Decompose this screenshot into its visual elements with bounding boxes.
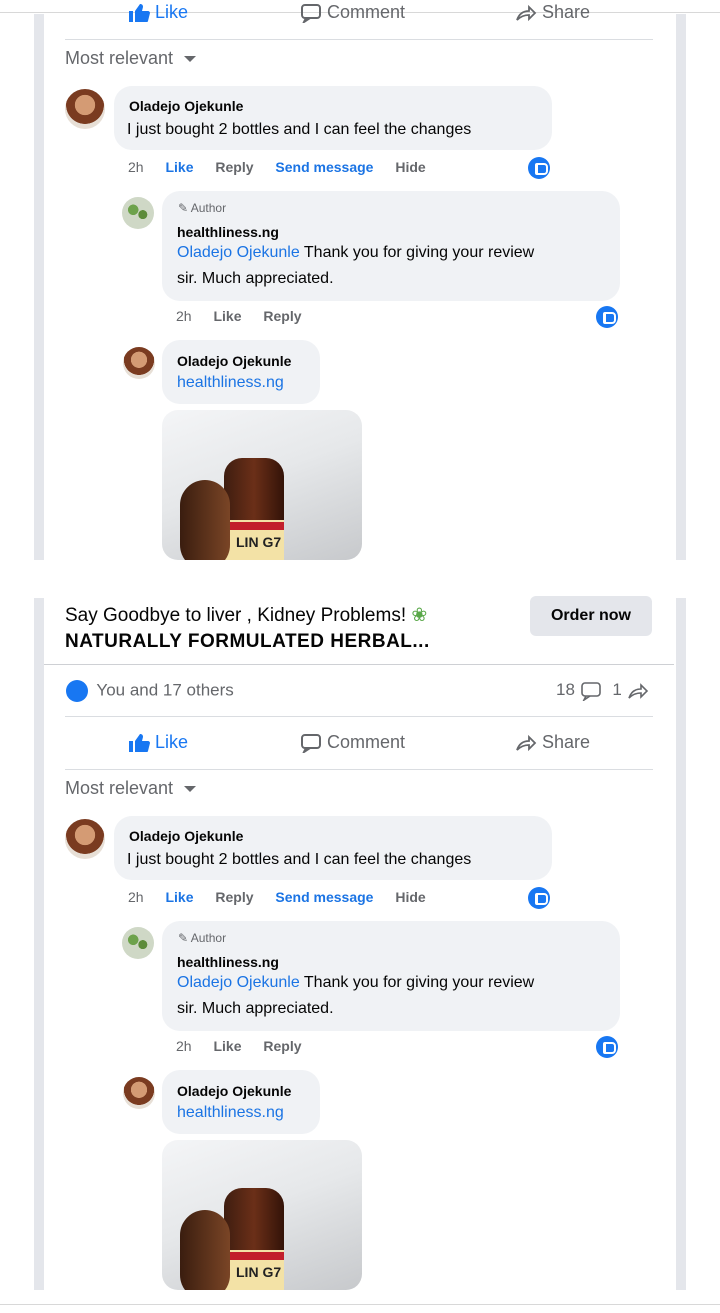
like-reaction-icon[interactable] xyxy=(596,306,618,328)
comment-bubble: Oladejo Ojekunle I just bought 2 bottles… xyxy=(114,86,552,150)
comment-like-link[interactable]: Like xyxy=(165,889,193,905)
bottle-label-band xyxy=(224,1252,284,1260)
comment-author[interactable]: Oladejo Ojekunle xyxy=(129,828,243,844)
reply-author[interactable]: healthliness.ng xyxy=(177,954,279,970)
ad-headline: Say Goodbye to liver , Kidney Problems! … xyxy=(65,605,428,626)
like-button[interactable]: Like xyxy=(128,732,188,753)
send-message-link[interactable]: Send message xyxy=(275,159,373,175)
reply-like-link[interactable]: Like xyxy=(213,1038,241,1054)
attached-photo[interactable]: LIN G7 xyxy=(162,1140,362,1290)
comment-text: I just bought 2 bottles and I can feel t… xyxy=(127,851,472,868)
comment-button[interactable]: Comment xyxy=(300,2,405,24)
divider xyxy=(65,769,653,770)
order-now-button[interactable]: Order now xyxy=(530,596,652,636)
pencil-icon: ✎ xyxy=(178,201,189,215)
bottle-label-band xyxy=(224,522,284,530)
hand-image xyxy=(180,1210,230,1290)
author-badge: ✎ Author xyxy=(178,931,227,945)
comment-author[interactable]: Oladejo Ojekunle xyxy=(129,98,243,114)
comment-time[interactable]: 2h xyxy=(128,159,144,175)
hide-link[interactable]: Hide xyxy=(395,159,425,175)
comment-actions: 2h Like Reply Send message Hide xyxy=(128,159,444,175)
reply-text: Oladejo Ojekunle Thank you for giving yo… xyxy=(177,974,535,991)
hand-image xyxy=(180,480,230,560)
bottle-label-text: LIN G7 xyxy=(236,534,282,550)
like-reaction-icon xyxy=(66,680,88,702)
comment-time[interactable]: 2h xyxy=(128,889,144,905)
mention-link[interactable]: healthliness.ng xyxy=(177,1101,284,1125)
like-reaction-icon[interactable] xyxy=(596,1036,618,1058)
reply-actions: 2h Like Reply xyxy=(176,308,320,324)
comment-reply-link[interactable]: Reply xyxy=(215,889,253,905)
reply-time[interactable]: 2h xyxy=(176,1038,192,1054)
reply-reply-link[interactable]: Reply xyxy=(263,308,301,324)
reply-time[interactable]: 2h xyxy=(176,308,192,324)
reply-text-line2: sir. Much appreciated. xyxy=(177,1000,334,1017)
comment-icon xyxy=(580,681,601,701)
caret-down-icon xyxy=(184,56,197,63)
share-icon xyxy=(627,682,648,699)
bottle-label-text: LIN G7 xyxy=(236,1264,282,1280)
panel-left-edge xyxy=(34,14,44,560)
reply-reply-link[interactable]: Reply xyxy=(263,1038,301,1054)
avatar[interactable] xyxy=(123,1077,155,1109)
share-button[interactable]: Share xyxy=(515,732,590,753)
divider xyxy=(44,664,674,665)
bottom-edge-divider xyxy=(0,1304,720,1305)
ad-subheadline: NATURALLY FORMULATED HERBAL... xyxy=(65,631,430,652)
mention-link[interactable]: Oladejo Ojekunle xyxy=(177,974,300,991)
reply-bubble: Oladejo Ojekunle healthliness.ng xyxy=(162,1070,320,1134)
comment-icon xyxy=(301,4,321,24)
reply-bubble: ✎ Author healthliness.ng Oladejo Ojekunl… xyxy=(162,921,620,1031)
reply-author[interactable]: healthliness.ng xyxy=(177,224,279,240)
pencil-icon: ✎ xyxy=(178,931,189,945)
hide-link[interactable]: Hide xyxy=(395,889,425,905)
mention-link[interactable]: Oladejo Ojekunle xyxy=(177,244,300,261)
avatar[interactable] xyxy=(123,347,155,379)
panel-right-edge xyxy=(676,14,686,560)
reactions-summary[interactable]: You and 17 others xyxy=(66,680,234,702)
thumbs-up-icon xyxy=(129,4,150,23)
reply-bubble: ✎ Author healthliness.ng Oladejo Ojekunl… xyxy=(162,191,620,301)
reply-bubble: Oladejo Ojekunle healthliness.ng xyxy=(162,340,320,404)
reply-text-line2: sir. Much appreciated. xyxy=(177,270,334,287)
mention-link[interactable]: healthliness.ng xyxy=(177,371,284,395)
panel-left-edge xyxy=(34,598,44,1290)
avatar[interactable] xyxy=(65,819,105,859)
author-badge: ✎ Author xyxy=(178,201,227,215)
caret-down-icon xyxy=(184,786,197,793)
reply-author[interactable]: Oladejo Ojekunle xyxy=(177,1083,291,1099)
comment-like-link[interactable]: Like xyxy=(165,159,193,175)
like-button[interactable]: Like xyxy=(128,2,188,23)
reply-author[interactable]: Oladejo Ojekunle xyxy=(177,353,291,369)
comment-reply-link[interactable]: Reply xyxy=(215,159,253,175)
sort-dropdown[interactable]: Most relevant xyxy=(65,48,197,69)
page-avatar[interactable] xyxy=(122,927,154,959)
share-icon xyxy=(516,5,537,22)
reply-actions: 2h Like Reply xyxy=(176,1038,320,1054)
comment-button[interactable]: Comment xyxy=(300,732,405,754)
herb-leaf-icon: ❀ xyxy=(411,605,428,626)
divider xyxy=(65,39,653,40)
divider xyxy=(65,716,653,717)
thumbs-up-icon xyxy=(129,734,150,753)
avatar[interactable] xyxy=(65,89,105,129)
reply-text: Oladejo Ojekunle Thank you for giving yo… xyxy=(177,244,535,261)
reply-like-link[interactable]: Like xyxy=(213,308,241,324)
comment-icon xyxy=(301,734,321,754)
share-icon xyxy=(516,735,537,752)
page-avatar[interactable] xyxy=(122,197,154,229)
sort-dropdown[interactable]: Most relevant xyxy=(65,778,197,799)
share-button[interactable]: Share xyxy=(515,2,590,23)
like-reaction-icon[interactable] xyxy=(528,887,550,909)
engagement-counts[interactable]: 18 1 xyxy=(556,680,649,701)
comment-text: I just bought 2 bottles and I can feel t… xyxy=(127,121,472,138)
comment-actions: 2h Like Reply Send message Hide xyxy=(128,889,444,905)
attached-photo[interactable]: LIN G7 xyxy=(162,410,362,560)
comment-bubble: Oladejo Ojekunle I just bought 2 bottles… xyxy=(114,816,552,880)
send-message-link[interactable]: Send message xyxy=(275,889,373,905)
like-reaction-icon[interactable] xyxy=(528,157,550,179)
panel-right-edge xyxy=(676,598,686,1290)
